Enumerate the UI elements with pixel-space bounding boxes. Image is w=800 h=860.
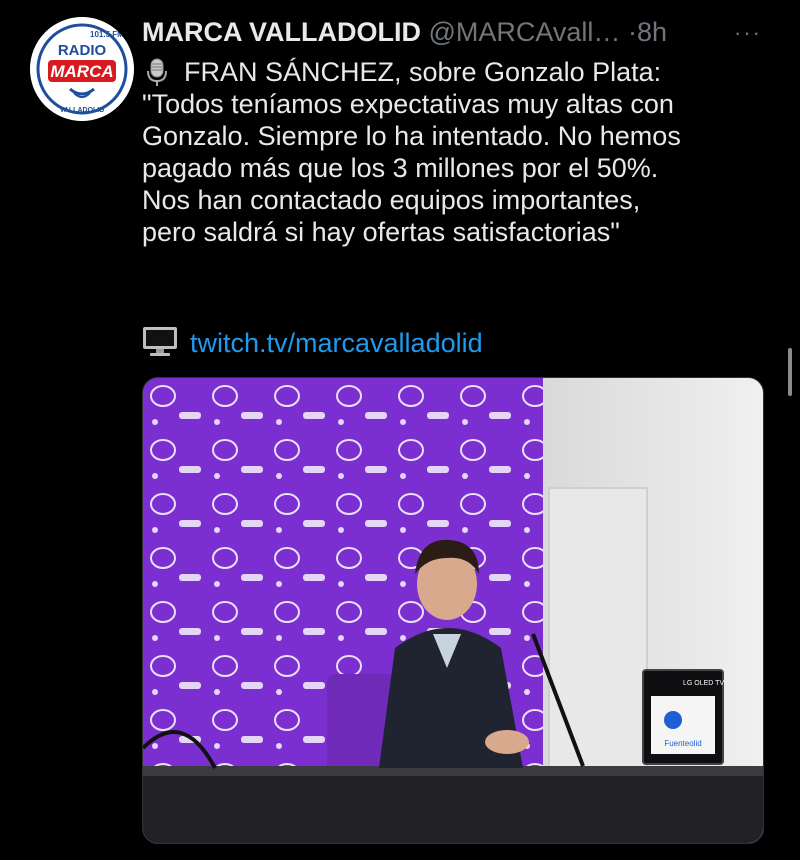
avatar-marca-text: MARCA [50,62,113,81]
tweet-timestamp[interactable]: 8h [637,17,667,47]
monitor-brand-label: LG OLED TV [683,680,724,687]
separator-dot: · [627,17,637,47]
tweet-text-line-5: Nos han contactado equipos importantes, [142,185,641,215]
radio-marca-logo: 101.5 FM RADIO MARCA VALLADOLID [30,17,134,121]
tweet-text-line-2: "Todos teníamos expectativas muy altas c… [142,89,674,119]
scrollbar[interactable] [788,348,792,396]
link-row: twitch.tv/marcavalladolid [142,326,483,360]
avatar-frequency: 101.5 FM [90,30,124,39]
avatar[interactable]: 101.5 FM RADIO MARCA VALLADOLID [30,17,134,121]
tweet-header: MARCA VALLADOLID @MARCAvall… ·8h [142,14,760,50]
tweet-text: FRAN SÁNCHEZ, sobre Gonzalo Plata: "Todo… [142,56,782,248]
desktop-computer-icon [143,327,177,356]
tweet-text-line-4: pagado más que los 3 millones por el 50%… [142,153,659,183]
more-horizontal-icon[interactable]: ··· [734,20,762,46]
author-handle[interactable]: @MARCAvall… [428,17,620,47]
monitor-logo-label: Fuenteolid [664,739,701,748]
author-name[interactable]: MARCA VALLADOLID [142,17,421,47]
microphone-icon [147,58,167,86]
tweet-text-line-6: pero saldrá si hay ofertas satisfactoria… [142,217,620,247]
press-conference-photo: LG OLED TV Fuenteolid [143,378,763,843]
avatar-radio-text: RADIO [58,42,107,59]
avatar-city-text: VALLADOLID [60,107,105,114]
tweet-media-image[interactable]: LG OLED TV Fuenteolid [142,377,764,844]
twitch-link[interactable]: twitch.tv/marcavalladolid [190,328,483,358]
tweet-text-line: FRAN SÁNCHEZ, sobre Gonzalo Plata: [142,56,782,88]
tweet-text-line-3: Gonzalo. Siempre lo ha intentado. No hem… [142,121,681,151]
tweet-text-line-1: FRAN SÁNCHEZ, sobre Gonzalo Plata: [184,57,662,87]
